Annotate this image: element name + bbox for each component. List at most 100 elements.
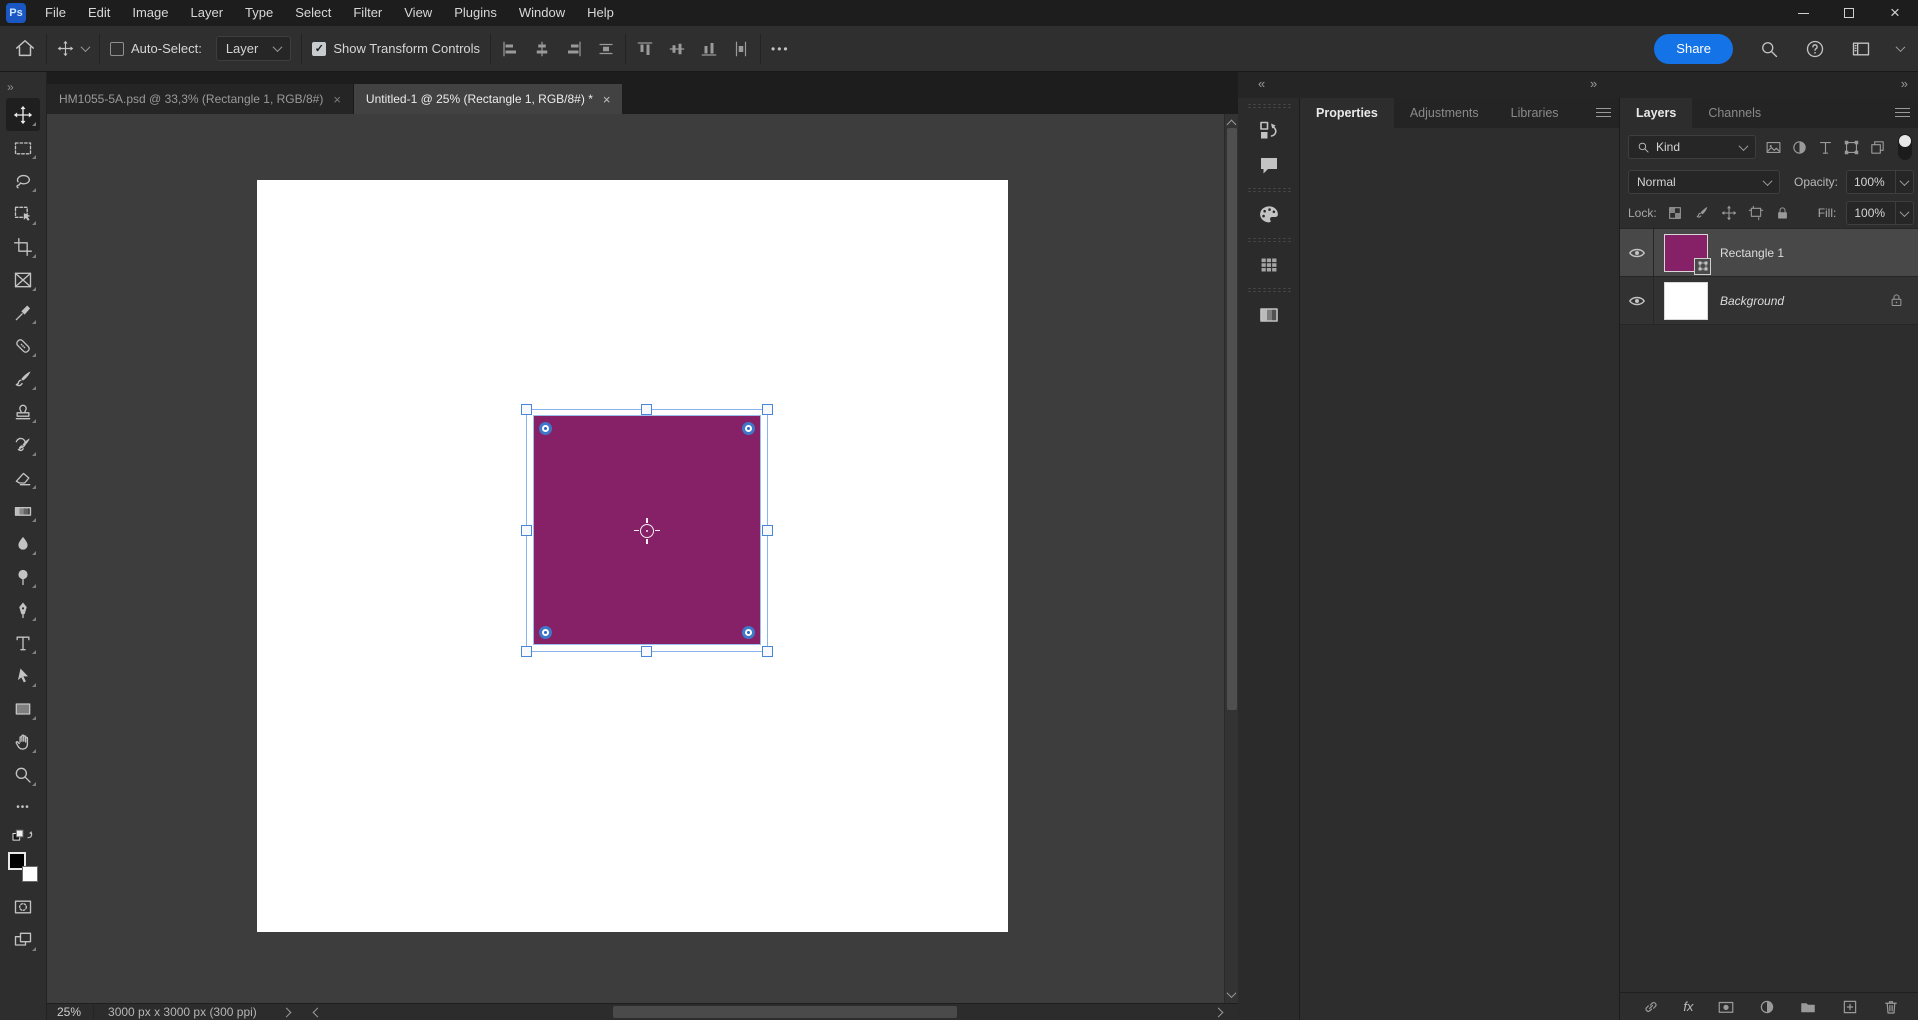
type-layer-filter-icon[interactable] [1817,139,1834,156]
close-icon[interactable] [333,92,341,107]
zoom-level-field[interactable]: 25% [47,1005,93,1019]
dodge-tool[interactable] [6,560,40,593]
vertical-scrollbar[interactable] [1224,114,1238,1003]
layer-lock-icon[interactable] [1889,293,1904,308]
comments-panel-button[interactable] [1249,148,1289,182]
collapse-to-icons-icon[interactable] [1258,76,1265,91]
more-options-icon[interactable] [771,42,790,56]
clone-stamp-tool[interactable] [6,395,40,428]
opacity-dropdown-button[interactable] [1896,170,1914,194]
align-vertical-centers-icon[interactable] [668,40,686,58]
scroll-down-icon[interactable] [1226,986,1237,1001]
menu-file[interactable]: File [34,0,77,26]
blur-tool[interactable] [6,527,40,560]
transform-handle-left[interactable] [521,524,532,536]
pixel-layer-filter-icon[interactable] [1765,139,1782,156]
tab-adjustments[interactable]: Adjustments [1394,98,1495,128]
layer-name[interactable]: Rectangle 1 [1720,246,1784,260]
smart-object-filter-icon[interactable] [1869,139,1886,156]
menu-select[interactable]: Select [284,0,342,26]
eyedropper-tool[interactable] [6,296,40,329]
panel-grip[interactable] [1246,103,1291,108]
expand-layers-group-icon[interactable] [1901,76,1908,91]
layer-row-background[interactable]: Background [1620,277,1918,325]
visibility-toggle[interactable] [1620,277,1654,324]
fill-dropdown-button[interactable] [1896,201,1915,225]
opacity-field[interactable]: 100% [1846,170,1896,194]
align-horizontal-centers-icon[interactable] [533,40,551,58]
add-layer-mask-icon[interactable] [1717,998,1735,1016]
panel-grip[interactable] [1246,237,1291,242]
show-transform-checkbox[interactable] [312,41,327,56]
align-right-edges-icon[interactable] [565,40,583,58]
corner-radius-widget-bottom-right[interactable] [742,626,755,639]
transform-handle-bottom[interactable] [641,646,652,657]
transform-handle-right[interactable] [762,524,773,536]
foreground-background-swatches[interactable] [8,852,38,882]
gradients-panel-button[interactable] [1249,298,1289,332]
status-prev-icon[interactable] [312,1007,323,1017]
home-button[interactable] [14,38,36,60]
adjustment-layer-filter-icon[interactable] [1791,139,1808,156]
lock-transparent-pixels-icon[interactable] [1667,205,1683,221]
patterns-panel-button[interactable] [1249,248,1289,282]
tab-properties[interactable]: Properties [1300,98,1394,128]
tab-channels[interactable]: Channels [1692,98,1777,128]
share-button[interactable]: Share [1654,33,1733,64]
scroll-right-icon[interactable] [1213,1007,1224,1018]
history-brush-tool[interactable] [6,428,40,461]
color-panel-button[interactable] [1249,198,1289,232]
pen-tool[interactable] [6,593,40,626]
panel-menu-icon[interactable] [1895,108,1910,117]
tab-libraries[interactable]: Libraries [1495,98,1575,128]
menu-plugins[interactable]: Plugins [443,0,508,26]
transform-handle-top[interactable] [641,404,652,415]
lock-position-icon[interactable] [1721,205,1737,221]
screen-mode-button[interactable] [6,923,40,956]
eraser-tool[interactable] [6,461,40,494]
path-selection-tool[interactable] [6,659,40,692]
corner-radius-widget-top-right[interactable] [742,422,755,435]
menu-image[interactable]: Image [121,0,179,26]
panel-grip[interactable] [1246,287,1291,292]
reference-point-icon[interactable] [634,517,660,544]
horizontal-scrollbar-thumb[interactable] [613,1006,957,1018]
workspace-icon[interactable] [1851,39,1871,59]
layer-name[interactable]: Background [1720,294,1784,308]
corner-radius-widget-bottom-left[interactable] [539,626,552,639]
crop-tool[interactable] [6,230,40,263]
transform-handle-top-left[interactable] [521,404,532,415]
minimize-button[interactable] [1780,0,1826,26]
rectangle-tool[interactable] [6,692,40,725]
gradient-tool[interactable] [6,494,40,527]
quick-mask-button[interactable] [6,890,40,923]
transform-handle-top-right[interactable] [762,404,773,415]
auto-select-target-dropdown[interactable]: Layer [215,36,292,61]
new-layer-icon[interactable] [1841,998,1859,1016]
transform-bounding-box[interactable] [521,404,773,657]
layer-thumbnail[interactable] [1664,233,1711,275]
link-layers-icon[interactable] [1642,998,1660,1016]
distribute-vertical-centers-icon[interactable] [732,40,750,58]
type-tool[interactable] [6,626,40,659]
layer-row-rectangle-1[interactable]: Rectangle 1 [1620,229,1918,277]
menu-view[interactable]: View [393,0,443,26]
chevron-down-icon[interactable] [1895,42,1906,53]
transform-handle-bottom-right[interactable] [762,646,773,657]
kind-filter-dropdown[interactable]: Kind [1628,135,1756,159]
auto-select-control[interactable]: Auto-Select: [110,41,202,56]
tool-preset-move[interactable] [57,40,91,57]
brush-tool[interactable] [6,362,40,395]
align-top-edges-icon[interactable] [636,40,654,58]
expand-properties-group-icon[interactable] [1590,76,1597,91]
spot-healing-brush-tool[interactable] [6,329,40,362]
panel-menu-icon[interactable] [1596,108,1611,117]
color-controls[interactable] [6,824,40,848]
layer-styles-icon[interactable] [1683,999,1693,1014]
move-tool[interactable] [6,98,40,131]
edit-toolbar-button[interactable] [6,791,40,824]
blend-mode-dropdown[interactable]: Normal [1628,170,1780,194]
frame-tool[interactable] [6,263,40,296]
status-next-icon[interactable] [281,1007,292,1017]
menu-help[interactable]: Help [576,0,625,26]
